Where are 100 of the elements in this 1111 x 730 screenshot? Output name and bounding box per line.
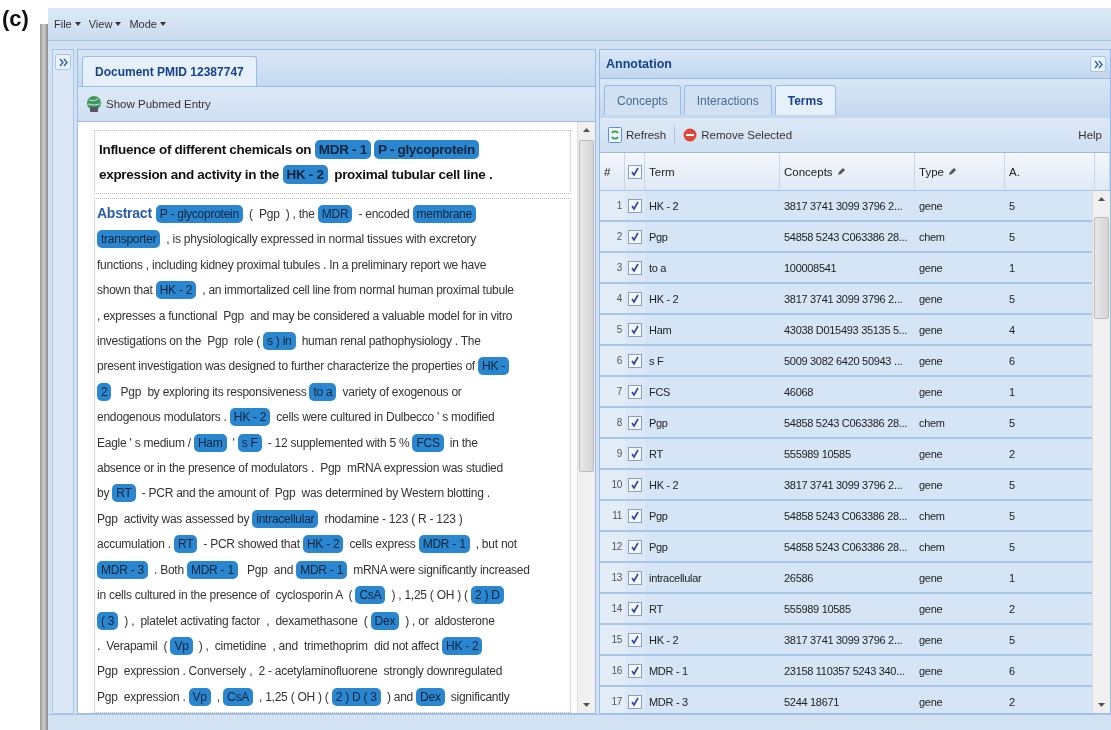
table-cell-text: 5 [1008, 632, 1016, 648]
tab[interactable]: Concepts [604, 85, 681, 115]
table-cell-text: 5 [1008, 539, 1016, 555]
document-tab[interactable]: Document PMID 12387747 [82, 56, 257, 86]
caret-icon [115, 22, 122, 26]
select-all-checkbox[interactable] [627, 164, 642, 179]
table-cell-text: gene [918, 260, 944, 276]
table-cell-text: 26586 [783, 570, 815, 586]
row-checkbox[interactable] [628, 384, 642, 399]
edit-icon [836, 167, 846, 176]
remove-selected-button[interactable]: Remove Selected [681, 126, 795, 144]
table-cell-text: 6 [1008, 353, 1016, 369]
row-number: 13 [600, 563, 625, 592]
row-checkbox[interactable] [628, 508, 642, 523]
table-cell-text: 5009 3082 6420 50943 ... [783, 353, 904, 369]
table-cell-text: gene [918, 477, 944, 493]
refresh-button[interactable]: Refresh [606, 125, 669, 145]
row-checkbox[interactable] [628, 353, 642, 368]
scrollbar[interactable] [577, 122, 595, 713]
row-checkbox[interactable] [628, 601, 642, 616]
row-number: 3 [600, 253, 625, 282]
table-cell-text: 43038 D015493 35135 5... [783, 322, 909, 338]
column-header[interactable]: # [600, 153, 625, 190]
table-cell-text: 5 [1008, 229, 1016, 245]
row-number: 10 [600, 470, 625, 499]
column-header[interactable]: Term [645, 153, 780, 190]
tab[interactable]: Interactions [683, 85, 772, 115]
scroll-thumb[interactable] [1094, 217, 1110, 319]
row-checkbox[interactable] [628, 446, 642, 461]
row-checkbox[interactable] [628, 260, 642, 275]
table-cell-text: Ham [648, 322, 673, 338]
table-cell-text: chem [918, 539, 946, 555]
table-cell-text: 4 [1008, 322, 1016, 338]
tab[interactable]: Terms [774, 85, 836, 115]
row-number: 15 [600, 625, 625, 654]
table-cell-text: 1 [1008, 260, 1016, 276]
row-checkbox[interactable] [628, 229, 642, 244]
table-cell-text: gene [918, 694, 944, 710]
table-cell-text: Pgp [648, 539, 669, 555]
row-checkbox[interactable] [628, 415, 642, 430]
table-cell-text: s F [648, 353, 665, 369]
scroll-up-icon[interactable] [583, 128, 590, 132]
menu-item[interactable]: File [54, 18, 81, 30]
row-checkbox[interactable] [628, 632, 642, 647]
scroll-down-icon[interactable] [583, 703, 590, 707]
table-cell-text: 1 [1008, 384, 1016, 400]
scroll-up-icon[interactable] [1098, 197, 1106, 201]
help-button[interactable]: Help [1076, 127, 1104, 143]
column-header[interactable]: A. [1005, 153, 1095, 190]
abstract-text: Abstract P - glycoprotein ( Pgp ) , the MDR - encoded membrane transporter , is physiologically expressed in normal tissues with excretory functions , including kidney proximal tubules . In a preliminary report we have shown that HK - 2 , an immortalized cell line from normal human proximal tubule , expresses a functional Pgp and may be considered a valuable model for in vitro investigations on the Pgp role ( s ) in human renal pathophysiology . The present investigation was designed to further characterize the properties of HK - 2 Pgp by exploring its responsiveness to a variety of exogenous or endogenous modulators . HK - 2 cells were cultured in Dulbecco ' s modified Eagle ' s medium / Ham ' s F - 12 supplemented with 5 % FCS in the absence or in the presence of modulators . Pgp mRNA expression was studied by RT - PCR and the amount of Pgp was determined by Western blotting . Pgp activity was assessed by intracellular rhodamine - 123 ( R - 123 ) accumulation . RT - PCR showed that HK - 2 cells express MDR - 1 , but not MDR - 3 . Both MDR - 1 Pgp and MDR - 1 mRNA were significantly increased in cells cultured in the presence of cyclosporin A ( CsA ) , 1,25 ( OH ) ( 2 ) D ( 3 ) , platelet activating factor , dexamethasone ( Dex ) , or aldosterone . Verapamil ( Vp ) , cimetidine , and trimethoprim did not affect HK - 2 Pgp expression . Conversely , 2 - acetylaminofluorene strongly downregulated Pgp expression . Vp , CsA , 1,25 ( OH ) ( 2 ) D ( 3 ) and Dex significantly [94, 198, 571, 713]
table-cell-text: RT [648, 601, 664, 617]
row-number: 16 [600, 656, 625, 685]
row-checkbox[interactable] [628, 663, 642, 678]
table-cell-text: RT [648, 446, 664, 462]
menu-item[interactable]: View [88, 18, 122, 30]
chevrons-icon [58, 57, 68, 67]
column-header[interactable]: Type [915, 153, 1005, 190]
row-checkbox[interactable] [628, 198, 642, 213]
refresh-icon [608, 127, 622, 143]
table-cell-text: 555989 10585 [783, 601, 852, 617]
row-checkbox[interactable] [628, 477, 642, 492]
row-number: 4 [600, 284, 625, 313]
table-cell-text: 3817 3741 3099 3796 2... [783, 291, 904, 307]
expand-button[interactable] [1090, 56, 1106, 72]
row-number: 5 [600, 315, 625, 344]
row-number: 1 [600, 191, 625, 220]
row-number: 17 [600, 687, 625, 713]
table-cell-text: HK - 2 [648, 291, 680, 307]
table-cell-text: MDR - 1 [648, 663, 689, 679]
table-cell-text: MDR - 3 [648, 694, 689, 710]
row-number: 11 [600, 501, 625, 530]
show-pubmed-button[interactable]: Show Pubmed Entry [84, 93, 213, 115]
row-checkbox[interactable] [628, 539, 642, 554]
expand-button[interactable] [55, 54, 71, 70]
table-cell-text: 5 [1008, 477, 1016, 493]
table-cell-text: FCS [648, 384, 672, 400]
menu-item[interactable]: Mode [129, 18, 166, 30]
row-number: 6 [600, 346, 625, 375]
scrollbar[interactable] [1092, 191, 1110, 713]
table-cell-text: 5 [1008, 508, 1016, 524]
table-cell-text: gene [918, 322, 944, 338]
caret-icon [159, 22, 166, 26]
row-number: 14 [600, 594, 625, 623]
table-cell-text: 3817 3741 3099 3796 2... [783, 632, 904, 648]
table-cell-text: 5 [1008, 415, 1016, 431]
row-checkbox[interactable] [628, 570, 642, 585]
table-cell-text: 6 [1008, 663, 1016, 679]
column-header[interactable]: Concepts [780, 153, 915, 190]
row-checkbox[interactable] [628, 322, 642, 337]
remove-icon [683, 128, 698, 142]
row-checkbox[interactable] [628, 694, 642, 709]
scroll-thumb[interactable] [579, 140, 594, 472]
table-cell-text: gene [918, 570, 944, 586]
table-cell-text: 2 [1008, 601, 1016, 617]
table-cell-text: gene [918, 601, 944, 617]
table-cell-text: 3817 3741 3099 3796 2... [783, 477, 904, 493]
row-checkbox[interactable] [628, 291, 642, 306]
table-cell-text: 2 [1008, 694, 1016, 710]
table-cell-text: 5 [1008, 291, 1016, 307]
scroll-down-icon[interactable] [1098, 703, 1106, 707]
